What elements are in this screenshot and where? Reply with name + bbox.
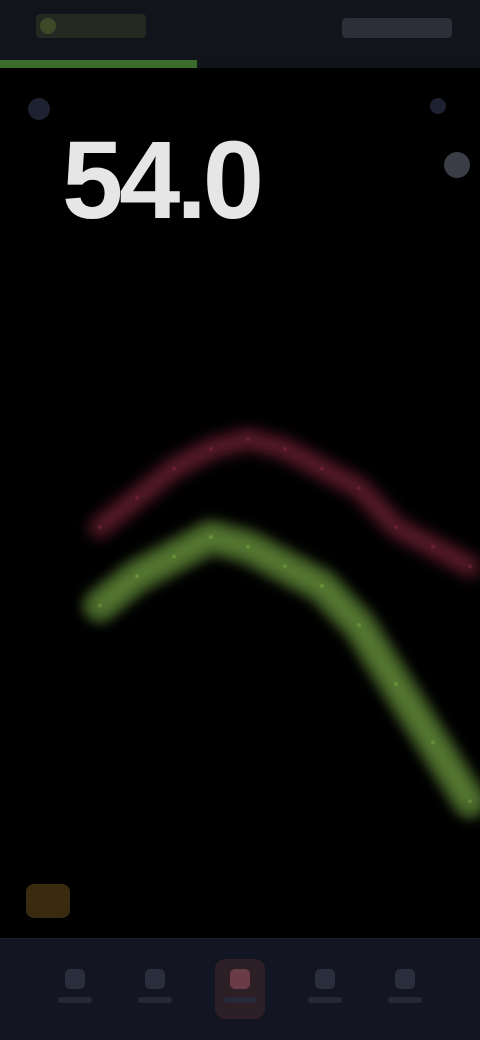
- range-option-2[interactable]: [218, 888, 298, 914]
- series-1-point-5: [246, 544, 250, 549]
- series-1-glow: [83, 520, 480, 819]
- current-value: 54.0: [62, 119, 264, 242]
- range-selector: [0, 872, 480, 930]
- series-1-point-6: [283, 564, 287, 569]
- nav-wallet-icon: [315, 969, 335, 989]
- nav-home-icon: [65, 969, 85, 989]
- menu-icon[interactable]: [28, 98, 50, 120]
- series-2-point-6: [283, 446, 287, 451]
- series-2-point-1: [98, 525, 102, 530]
- series-2-point-10: [431, 544, 435, 549]
- series-1-point-11: [468, 799, 472, 804]
- nav-item-5[interactable]: [380, 959, 430, 1019]
- bottom-nav: [0, 938, 480, 1040]
- app-root: 54.0: [0, 0, 480, 1040]
- nav-item-1[interactable]: [50, 959, 100, 1019]
- header-bar: [0, 0, 480, 61]
- series-2-point-4: [209, 446, 213, 451]
- nav-item-3[interactable]: [215, 959, 265, 1019]
- nav-item-2[interactable]: [130, 959, 180, 1019]
- nav-list-icon: [145, 969, 165, 989]
- series-1-point-10: [431, 740, 435, 745]
- info-icon[interactable]: [430, 98, 446, 114]
- nav-label: [58, 997, 92, 1003]
- series-1-point-7: [320, 583, 324, 588]
- series-1-point-9: [394, 681, 398, 686]
- nav-label: [223, 997, 257, 1003]
- series-1-point-4: [209, 535, 213, 540]
- progress-fill: [0, 60, 197, 68]
- series-1-point-3: [172, 554, 176, 559]
- range-badge[interactable]: [26, 884, 70, 918]
- series-1-point-8: [357, 623, 361, 628]
- range-option-1[interactable]: [100, 888, 170, 914]
- price-chart[interactable]: [0, 360, 480, 880]
- series-2-point-5: [246, 437, 250, 442]
- range-option-3[interactable]: [344, 888, 440, 914]
- series-2-point-8: [357, 486, 361, 491]
- series-2-point-3: [172, 466, 176, 471]
- nav-chart-icon: [230, 969, 250, 989]
- series-1-point-1: [98, 603, 102, 608]
- progress-bar: [0, 60, 480, 68]
- series-1-point-2: [135, 574, 139, 579]
- settings-icon[interactable]: [444, 152, 470, 178]
- nav-label: [388, 997, 422, 1003]
- series-2-point-2: [135, 495, 139, 500]
- series-2-point-9: [394, 525, 398, 530]
- logo-icon: [40, 18, 56, 34]
- status-indicator: [342, 18, 452, 38]
- series-2-point-11: [468, 564, 472, 569]
- nav-label: [138, 997, 172, 1003]
- nav-item-4[interactable]: [300, 959, 350, 1019]
- nav-profile-icon: [395, 969, 415, 989]
- series-2-point-7: [320, 466, 324, 471]
- nav-label: [308, 997, 342, 1003]
